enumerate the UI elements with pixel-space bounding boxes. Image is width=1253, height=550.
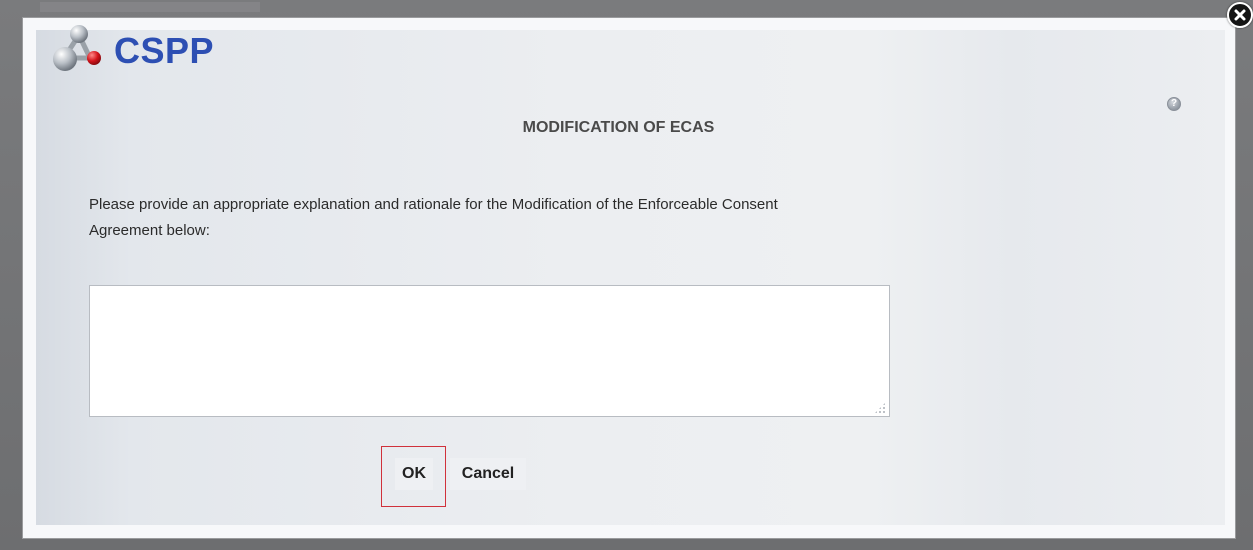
close-icon[interactable] <box>1227 2 1253 28</box>
rationale-textarea[interactable] <box>89 285 890 417</box>
backdrop-header-strip <box>40 2 260 12</box>
help-icon[interactable]: ? <box>1167 97 1181 111</box>
logo-text: CSPP <box>114 30 215 71</box>
cancel-button[interactable]: Cancel <box>450 458 526 490</box>
modal-dialog <box>22 17 1236 539</box>
cspp-logo: CSPP <box>52 22 214 74</box>
instructions-text: Please provide an appropriate explanatio… <box>89 196 778 239</box>
dialog-title-text: MODIFICATION OF ECAS <box>522 119 715 136</box>
ok-button[interactable]: OK <box>395 458 433 490</box>
molecule-icon <box>53 25 101 71</box>
close-x-glyph <box>1234 9 1246 21</box>
dialog-title: MODIFICATION OF ECAS <box>0 119 1253 137</box>
modal-content <box>36 30 1225 525</box>
